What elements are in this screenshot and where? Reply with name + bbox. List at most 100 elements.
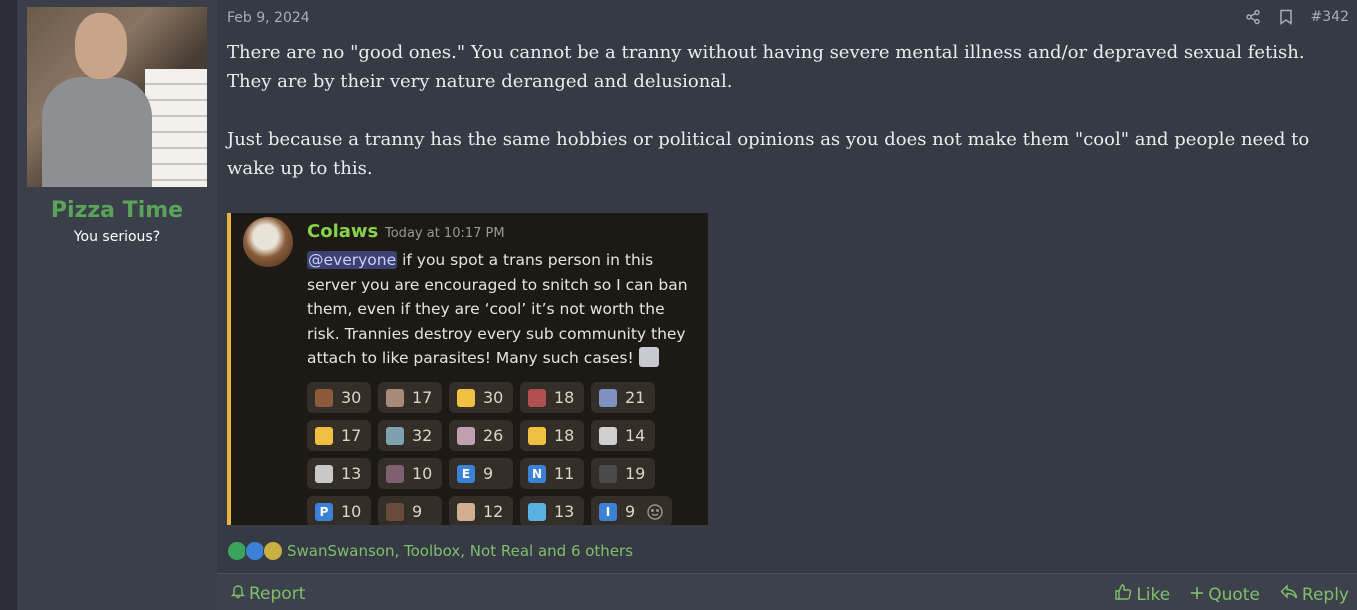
face-emoji [528, 388, 546, 407]
bomb-emoji [386, 502, 404, 521]
reaction-count: 19 [625, 464, 646, 483]
discord-reaction: 14 [591, 420, 655, 451]
face-emoji [386, 464, 404, 483]
username[interactable]: Pizza Time [17, 198, 217, 223]
face-emoji [599, 464, 617, 483]
reactions-text[interactable]: SwanSwanson, Toolbox, Not Real and 6 oth… [287, 542, 633, 560]
post-footer: Report Like Quote Reply [217, 574, 1357, 610]
reply-label: Reply [1301, 584, 1349, 605]
discord-reaction: 10 [378, 458, 442, 489]
discord-message: @everyone if you spot a trans person in … [307, 248, 702, 371]
reaction-count: 9 [483, 464, 494, 483]
letter-n-emoji: N [528, 464, 546, 483]
discord-reaction: 12 [449, 496, 513, 525]
discord-reaction: 13 [307, 458, 371, 489]
thumbs-up-icon [1114, 583, 1132, 606]
frame-emoji [599, 426, 617, 445]
discord-reaction: 18 [520, 420, 584, 451]
reactions-summary[interactable]: SwanSwanson, Toolbox, Not Real and 6 oth… [227, 541, 633, 561]
discord-reaction: 9 [378, 496, 442, 525]
reaction-count: 10 [341, 502, 362, 521]
face-emoji [315, 388, 333, 407]
reply-button[interactable]: Reply [1280, 584, 1349, 605]
reaction-count: 26 [483, 426, 504, 445]
reaction-count: 9 [412, 502, 423, 521]
reaction-count: 13 [554, 502, 575, 521]
reaction-count: 13 [341, 464, 362, 483]
gem-emoji [528, 502, 546, 521]
reaction-count: 21 [625, 388, 646, 407]
left-gutter [0, 0, 17, 610]
post: Feb 9, 2024 #342 There are no "good ones… [217, 0, 1357, 610]
post-actions-top: #342 [1245, 9, 1349, 25]
add-reaction-icon [638, 496, 672, 525]
reaction-count: 30 [483, 388, 504, 407]
discord-reaction: 13 [520, 496, 584, 525]
user-title: You serious? [73, 229, 161, 245]
like-label: Like [1136, 584, 1171, 605]
reaction-count: 18 [554, 426, 575, 445]
discord-reaction: 19 [591, 458, 655, 489]
discord-reaction: 30 [449, 382, 513, 413]
reaction-count: 9 [625, 502, 636, 521]
face-emoji [457, 502, 475, 521]
discord-reaction: 17 [378, 382, 442, 413]
post-number[interactable]: #342 [1311, 9, 1349, 25]
discord-reaction: P 10 [307, 496, 371, 525]
face-emoji [386, 388, 404, 407]
embedded-screenshot[interactable]: Colaws Today at 10:17 PM @everyone if yo… [227, 213, 708, 525]
puzzle-icon [263, 541, 283, 561]
letter-i-emoji: I [599, 502, 617, 521]
discord-reaction: 32 [378, 420, 442, 451]
emoji-icon [638, 347, 659, 368]
post-body: There are no "good ones." You cannot be … [227, 38, 1342, 183]
reaction-count: 17 [412, 388, 433, 407]
reaction-count: 30 [341, 388, 362, 407]
post-date[interactable]: Feb 9, 2024 [227, 10, 310, 26]
reaction-icons [227, 541, 283, 561]
discord-reaction: E9 [449, 458, 513, 489]
avatar-vest [42, 77, 152, 187]
face-emoji [315, 464, 333, 483]
reaction-count: 18 [554, 388, 575, 407]
report-label: Report [249, 583, 306, 604]
thumbs-up-icon [245, 541, 265, 561]
share-icon[interactable] [1245, 9, 1261, 25]
discord-reaction: 17 [307, 420, 371, 451]
discord-mention: @everyone [307, 251, 398, 269]
finger-emoji [315, 426, 333, 445]
discord-reaction: 18 [520, 382, 584, 413]
eye-emoji [386, 426, 404, 445]
face-emoji [599, 388, 617, 407]
footer-actions: Like Quote Reply [1114, 583, 1349, 606]
face-emoji [457, 426, 475, 445]
user-column: Pizza Time You serious? [17, 0, 217, 610]
discord-reaction: 26 [449, 420, 513, 451]
quote-label: Quote [1208, 584, 1260, 605]
avatar[interactable] [27, 7, 207, 187]
plus-icon [1190, 585, 1204, 605]
reply-icon [1280, 584, 1298, 605]
post-paragraph: Just because a tranny has the same hobbi… [227, 129, 1310, 179]
discord-reaction: N 11 [520, 458, 584, 489]
post-paragraph: There are no "good ones." You cannot be … [227, 42, 1305, 92]
reaction-count: 17 [341, 426, 362, 445]
avatar-face [75, 13, 127, 79]
discord-reaction: 30 [307, 382, 371, 413]
reaction-count: 11 [554, 464, 575, 483]
reaction-count: 10 [412, 464, 433, 483]
bookmark-icon[interactable] [1279, 9, 1293, 25]
bell-icon [230, 583, 246, 604]
like-button[interactable]: Like [1114, 583, 1170, 606]
quote-button[interactable]: Quote [1190, 585, 1260, 605]
avatar-boxes [145, 69, 207, 187]
letter-e-emoji: E [457, 464, 475, 483]
report-button[interactable]: Report [230, 583, 306, 604]
discord-author: Colaws [307, 221, 379, 242]
reaction-count: 12 [483, 502, 504, 521]
point-up-emoji [457, 388, 475, 407]
reaction-count: 32 [412, 426, 433, 445]
fist-emoji [528, 426, 546, 445]
check-icon [227, 541, 247, 561]
reaction-count: 14 [625, 426, 646, 445]
